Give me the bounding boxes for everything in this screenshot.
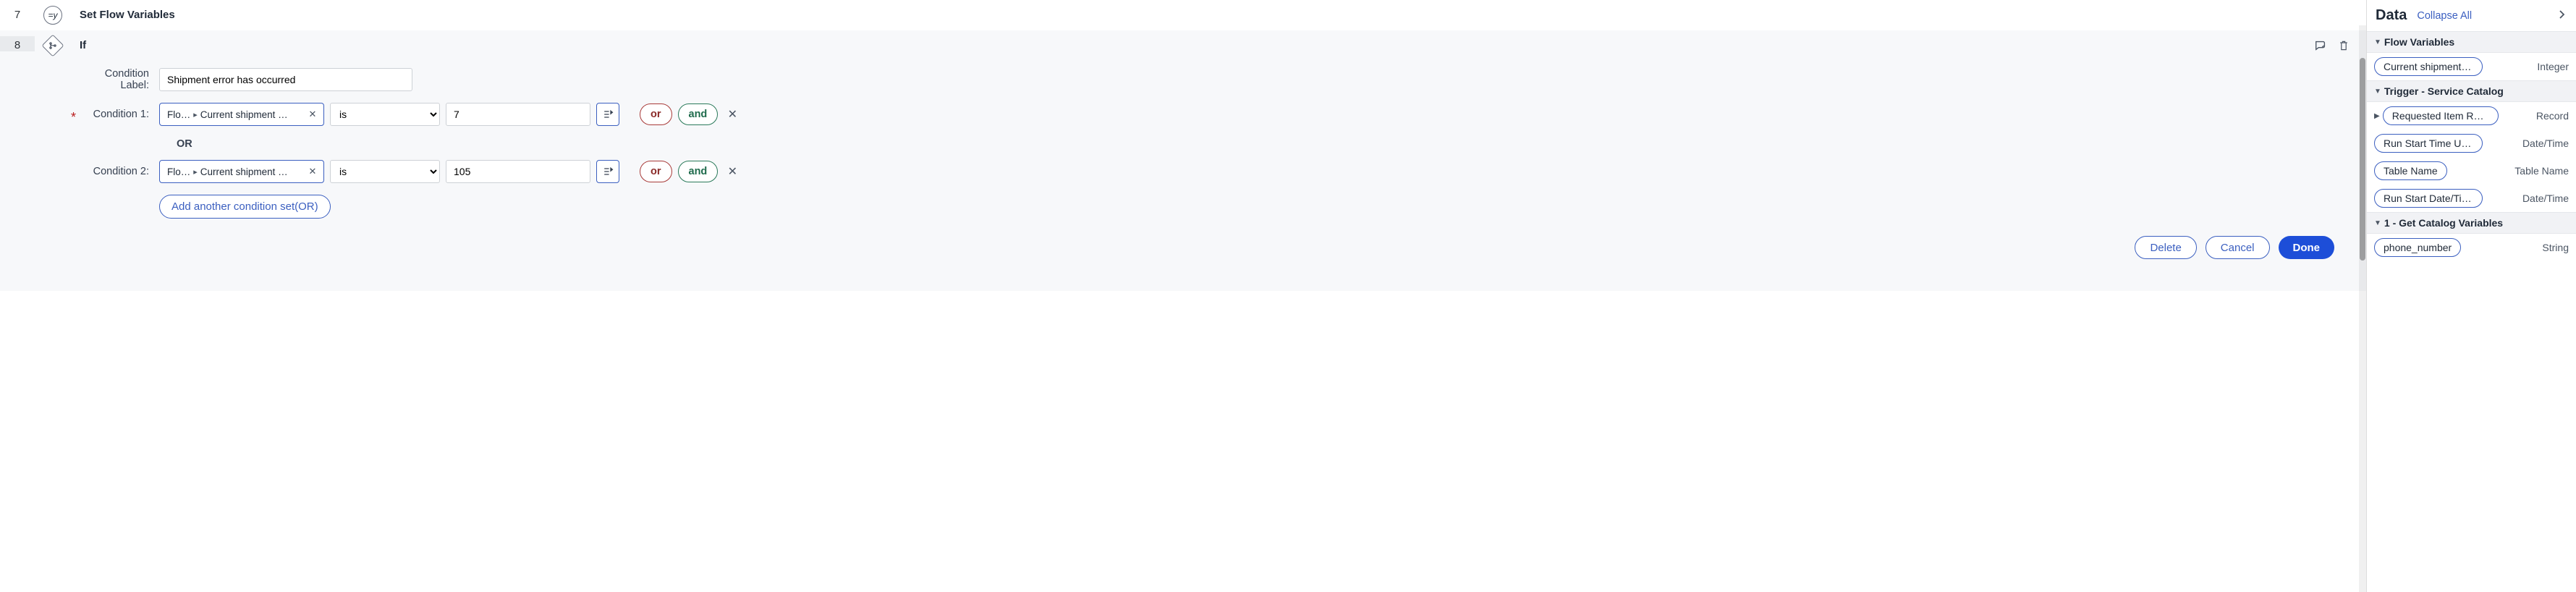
condition-2-value-input[interactable] <box>446 160 590 183</box>
condition-label-label: Condition Label: <box>80 68 159 91</box>
condition-1-operator-select[interactable]: is <box>330 103 440 126</box>
data-item-row: ▶ Requested Item Record Record <box>2367 102 2576 130</box>
section-flow-variables[interactable]: ▼ Flow Variables <box>2367 31 2576 53</box>
data-item-row: Run Start Date/Time Date/Time <box>2367 185 2576 212</box>
condition-2-row: Condition 2: Flo… ▸ Current shipment … ✕… <box>80 160 2352 183</box>
pill-prefix: Flo… <box>167 109 190 120</box>
data-pill-picker-button[interactable] <box>596 160 619 183</box>
done-button[interactable]: Done <box>2279 236 2335 259</box>
cancel-button[interactable]: Cancel <box>2206 236 2270 259</box>
data-pill-current-shipment[interactable]: Current shipment … <box>2374 57 2483 76</box>
section-title: Trigger - Service Catalog <box>2384 85 2504 97</box>
data-item-row: Current shipment … Integer <box>2367 53 2576 80</box>
data-item-row: Table Name Table Name <box>2367 157 2576 185</box>
flow-step-8-block: 8 If <box>0 30 2366 291</box>
pill-path: Current shipment … <box>200 109 306 120</box>
step-title: Set Flow Variables <box>71 6 2366 21</box>
condition-2-label: Condition 2: <box>80 166 159 177</box>
pill-path: Current shipment … <box>200 166 306 177</box>
data-type: Table Name <box>2514 165 2569 177</box>
step-title: If <box>71 36 2313 51</box>
clear-field-icon[interactable]: ✕ <box>306 165 319 178</box>
data-type: Integer <box>2537 61 2569 72</box>
caret-down-icon: ▼ <box>2374 88 2381 96</box>
data-type: Record <box>2536 110 2569 122</box>
section-trigger-service-catalog[interactable]: ▼ Trigger - Service Catalog <box>2367 80 2576 102</box>
flow-step-8-header[interactable]: 8 If <box>0 30 2366 59</box>
condition-1-label: * Condition 1: <box>80 109 159 120</box>
data-pill-requested-item-record[interactable]: Requested Item Record <box>2383 106 2499 125</box>
condition-1-row: * Condition 1: Flo… ▸ Current shipment …… <box>80 103 2352 126</box>
and-button[interactable]: and <box>678 161 719 182</box>
data-pill-table-name[interactable]: Table Name <box>2374 161 2447 180</box>
section-title: 1 - Get Catalog Variables <box>2384 217 2503 229</box>
section-title: Flow Variables <box>2384 36 2454 48</box>
scrollbar-track[interactable] <box>2359 25 2366 592</box>
chevron-right-icon: ▸ <box>190 167 200 177</box>
condition-1-field-pill[interactable]: Flo… ▸ Current shipment … ✕ <box>159 103 324 126</box>
data-pill-phone-number[interactable]: phone_number <box>2374 238 2461 257</box>
condition-set-divider: OR <box>80 138 2352 150</box>
caret-right-icon[interactable]: ▶ <box>2374 112 2380 120</box>
or-button[interactable]: or <box>640 161 672 182</box>
or-button[interactable]: or <box>640 103 672 125</box>
condition-1-label-text: Condition 1: <box>93 109 149 120</box>
set-variables-icon: =y <box>43 6 62 25</box>
required-asterisk-icon: * <box>71 110 76 125</box>
data-panel: Data Collapse All ▼ Flow Variables Curre… <box>2366 0 2576 592</box>
step-number: 7 <box>0 6 35 21</box>
collapse-all-link[interactable]: Collapse All <box>2417 10 2472 22</box>
and-button[interactable]: and <box>678 103 719 125</box>
data-pill-run-start-date-time[interactable]: Run Start Date/Time <box>2374 189 2483 208</box>
annotation-icon[interactable] <box>2313 38 2329 54</box>
flow-step-7[interactable]: 7 =y Set Flow Variables <box>0 0 2366 30</box>
condition-1-value-input[interactable] <box>446 103 590 126</box>
or-divider-label: OR <box>177 138 192 150</box>
data-type: Date/Time <box>2522 193 2569 204</box>
condition-label-input[interactable] <box>159 68 412 91</box>
data-pill-run-start-time-utc[interactable]: Run Start Time UTC <box>2374 134 2483 153</box>
data-type: Date/Time <box>2522 138 2569 149</box>
data-type: String <box>2542 242 2569 253</box>
delete-step-icon[interactable] <box>2336 38 2352 54</box>
remove-condition-icon[interactable]: ✕ <box>724 164 741 179</box>
delete-button[interactable]: Delete <box>2135 236 2196 259</box>
data-item-row: Run Start Time UTC Date/Time <box>2367 130 2576 157</box>
scrollbar-thumb[interactable] <box>2360 58 2365 261</box>
panel-collapse-icon[interactable] <box>2556 9 2567 22</box>
pill-prefix: Flo… <box>167 166 190 177</box>
chevron-right-icon: ▸ <box>190 110 200 119</box>
add-condition-set-button[interactable]: Add another condition set(OR) <box>159 195 331 219</box>
section-get-catalog-variables[interactable]: ▼ 1 - Get Catalog Variables <box>2367 212 2576 234</box>
clear-field-icon[interactable]: ✕ <box>306 108 319 121</box>
data-item-row: phone_number String <box>2367 234 2576 261</box>
condition-2-field-pill[interactable]: Flo… ▸ Current shipment … ✕ <box>159 160 324 183</box>
data-panel-title: Data <box>2376 7 2407 24</box>
step-number: 8 <box>0 36 35 51</box>
branch-icon <box>41 34 64 56</box>
caret-down-icon: ▼ <box>2374 219 2381 227</box>
data-pill-picker-button[interactable] <box>596 103 619 126</box>
caret-down-icon: ▼ <box>2374 38 2381 46</box>
condition-label-row: Condition Label: <box>80 68 2352 91</box>
remove-condition-icon[interactable]: ✕ <box>724 107 741 122</box>
condition-2-operator-select[interactable]: is <box>330 160 440 183</box>
